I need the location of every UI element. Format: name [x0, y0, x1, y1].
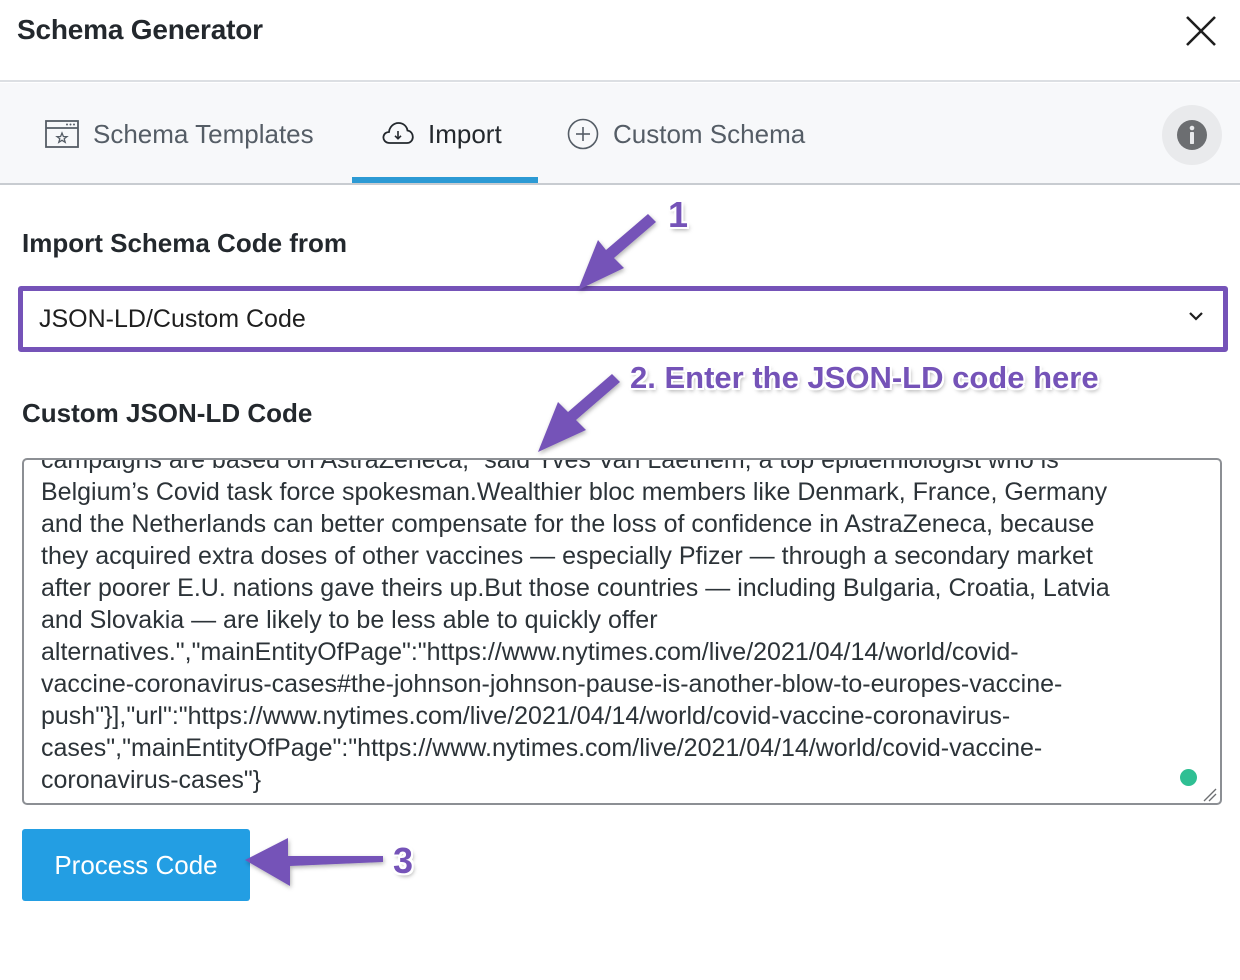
info-icon: [1177, 120, 1207, 150]
annotation-step-1: 1: [668, 194, 689, 235]
grammarly-icon[interactable]: [1180, 769, 1197, 786]
tab-bar: Schema Templates Import Custom Schema: [0, 83, 1240, 185]
close-icon: [1186, 16, 1216, 46]
chevron-down-icon: [1187, 309, 1205, 328]
process-code-button[interactable]: Process Code: [22, 829, 250, 901]
arrow-step-3: [245, 838, 383, 886]
close-button[interactable]: [1180, 12, 1220, 52]
tab-label: Custom Schema: [613, 118, 806, 149]
browser-star-icon: [45, 120, 79, 148]
tab-label: Import: [428, 118, 502, 149]
import-source-value: JSON-LD/Custom Code: [39, 305, 306, 333]
custom-code-label: Custom JSON-LD Code: [22, 398, 313, 428]
tab-custom-schema[interactable]: Custom Schema: [567, 83, 805, 185]
custom-code-text: campaigns are based on AstraZeneca,” sai…: [41, 458, 1110, 794]
active-tab-indicator: [352, 177, 538, 183]
info-button[interactable]: [1162, 105, 1222, 165]
dialog-title: Schema Generator: [17, 14, 263, 45]
tab-label: Schema Templates: [93, 118, 314, 149]
cloud-download-icon: [382, 121, 414, 147]
custom-code-textarea[interactable]: campaigns are based on AstraZeneca,” sai…: [22, 458, 1222, 805]
import-source-label: Import Schema Code from: [22, 228, 348, 258]
annotation-step-2: 2. Enter the JSON-LD code here: [630, 360, 1099, 395]
dialog-header: Schema Generator: [0, 0, 1240, 82]
tab-import[interactable]: Import: [382, 83, 502, 185]
tab-schema-templates[interactable]: Schema Templates: [45, 83, 314, 185]
resize-handle-icon[interactable]: [1200, 785, 1218, 803]
arrow-step-2: [538, 374, 620, 452]
import-source-select[interactable]: JSON-LD/Custom Code: [18, 286, 1228, 352]
arrow-step-1: [578, 214, 656, 290]
plus-circle-icon: [567, 118, 599, 150]
annotation-step-3: 3: [393, 840, 414, 881]
